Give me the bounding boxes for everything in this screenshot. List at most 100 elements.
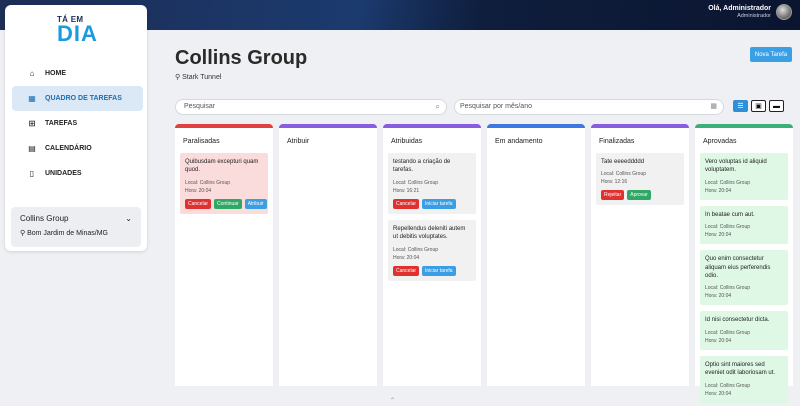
column-title: Atribuidas — [391, 138, 423, 145]
company-location: Bom Jardim de Minas/MG — [27, 230, 109, 237]
continuar-button[interactable]: Continuar — [214, 198, 242, 209]
cancelar-button[interactable]: Cancelar — [185, 198, 212, 209]
new-task-button[interactable]: Nova Tarefa — [750, 47, 792, 62]
task-card[interactable]: Quibusdam excepturi quam quod. Local: Co… — [180, 153, 268, 214]
sidebar-item-quadro-de-tarefas[interactable]: ▦ QUADRO DE TAREFAS — [12, 86, 143, 111]
column-title: Atribuir — [287, 138, 310, 145]
list-view-icon[interactable]: ☰ — [733, 100, 748, 112]
chevron-down-icon[interactable]: ⌄ — [125, 214, 132, 223]
task-card[interactable]: Quo enim consectetur aliquam eius perfer… — [700, 250, 788, 306]
sidebar: TÁ EM DIA ⌂ HOME ▦ QUADRO DE TAREFAS ⊞ TAREFA… — [5, 5, 147, 251]
folder-view-icon[interactable]: ▬ — [769, 100, 784, 112]
task-local: Local: Collins Group — [705, 285, 751, 292]
task-time: Hora: 20:04 — [705, 232, 732, 239]
column-aprovadas: Aprovadas Vero voluptas id aliquid volupt… — [695, 124, 793, 403]
nav-icon: ⌂ — [29, 69, 35, 78]
task-title: testando a criação de tarefas. — [393, 159, 451, 174]
sidebar-nav: ⌂ HOME ▦ QUADRO DE TAREFAS ⊞ TAREFAS ▤ CALENDÁR… — [12, 61, 143, 186]
column-atribuir: Atribuir — [279, 124, 377, 386]
logo[interactable]: TÁ EM DIA — [57, 15, 107, 46]
task-local: Local: Collins Group — [705, 382, 751, 389]
column-paralisadas: Paralisadas Quibusdam excepturi quam quod… — [175, 124, 273, 386]
column-title: Finalizadas — [599, 138, 635, 145]
task-local: Local: Collins Group — [393, 246, 439, 253]
nav-icon: ▯ — [29, 169, 35, 178]
iniciar-tarefa-button[interactable]: Iniciar tarefa — [422, 198, 456, 209]
user-menu[interactable]: Olá, Administrador Administrador — [708, 4, 792, 20]
column-title: Aprovadas — [703, 138, 737, 145]
task-title: Optio sint maiores sed eveniet odit labo… — [705, 361, 776, 377]
calendar-icon[interactable]: ▦ — [710, 102, 717, 110]
task-time: Hora: 20:04 — [393, 254, 420, 261]
rejeitar-button[interactable]: Rejeitar — [601, 190, 625, 201]
logo-main: DIA — [57, 21, 98, 46]
sidebar-item-tarefas[interactable]: ⊞ TAREFAS — [12, 111, 143, 136]
task-card[interactable]: Repellendus deleniti autem ut debitis vo… — [388, 219, 476, 281]
avatar[interactable] — [776, 4, 792, 20]
company-selector[interactable]: Collins Group ⌄ ⚲ Bom Jardim de Minas/MG — [11, 207, 141, 247]
search-icon[interactable]: ⌕ — [436, 102, 440, 112]
aprovar-button[interactable]: Aprovar — [627, 190, 651, 201]
task-local: Local: Collins Group — [601, 171, 647, 178]
task-card[interactable]: Optio sint maiores sed eveniet odit labo… — [700, 355, 788, 403]
sidebar-item-unidades[interactable]: ▯ UNIDADES — [12, 161, 143, 186]
sidebar-item-label: TAREFAS — [45, 120, 78, 127]
task-time: Hora: 20:04 — [705, 293, 732, 300]
task-title: Quibusdam excepturi quam quod. — [185, 159, 259, 174]
page-title: Collins Group — [175, 47, 308, 69]
kanban-board: Paralisadas Quibusdam excepturi quam quod… — [175, 124, 793, 403]
task-time: Hora: 20:04 — [705, 390, 732, 397]
task-local: Local: Collins Group — [705, 329, 751, 336]
task-title: Tate eeeeddddd — [601, 159, 645, 165]
column-em-andamento: Em andamento — [487, 124, 585, 386]
task-card[interactable]: Tate eeeeddddd Local: Collins Group Hora:… — [596, 153, 684, 206]
task-card[interactable]: testando a criação de tarefas. Local: Co… — [388, 153, 476, 214]
cancelar-button[interactable]: Cancelar — [393, 265, 420, 276]
chevron-up-icon[interactable]: ⌃ — [390, 397, 395, 404]
task-local: Local: Collins Group — [705, 179, 751, 186]
column-atribuidas: Atribuidas testando a criação de tarefas.… — [383, 124, 481, 386]
sidebar-item-label: QUADRO DE TAREFAS — [45, 95, 122, 102]
search-placeholder: Pesquisar — [184, 103, 216, 110]
location-pin-icon: ⚲ — [175, 74, 181, 81]
nav-icon: ⊞ — [28, 119, 36, 128]
task-title: Id nisi consectetur dicta. — [705, 317, 770, 324]
view-toggle: ☰ ▣ ▬ — [733, 100, 784, 112]
company-name: Collins Group — [20, 214, 69, 223]
task-time: Hora: 12:16 — [601, 179, 628, 186]
cancelar-button[interactable]: Cancelar — [393, 198, 420, 209]
main-content: Collins Group ⚲ Stark Tunnel Nova Tarefa… — [150, 30, 800, 406]
column-title: Paralisadas — [183, 138, 220, 145]
page-subtitle: ⚲ Stark Tunnel — [175, 73, 221, 81]
atribuir-button[interactable]: Atribuir — [244, 198, 267, 209]
task-time: Hora: 20:04 — [185, 187, 212, 194]
sidebar-item-label: CALENDÁRIO — [45, 145, 92, 152]
task-time: Hora: 20:04 — [705, 187, 732, 194]
task-title: Vero voluptas id aliquid voluptatem. — [705, 159, 767, 174]
calendar-view-icon[interactable]: ▣ — [751, 100, 766, 112]
nav-icon: ▤ — [28, 144, 36, 153]
user-name: Olá, Administrador — [708, 5, 771, 13]
task-title: Quo enim consectetur aliquam eius perfer… — [705, 256, 771, 279]
task-local: Local: Collins Group — [393, 179, 439, 186]
task-card[interactable]: Id nisi consectetur dicta. Local: Collin… — [700, 311, 788, 350]
iniciar-tarefa-button[interactable]: Iniciar tarefa — [422, 265, 456, 276]
task-time: Hora: 20:04 — [705, 337, 732, 344]
sidebar-item-calendário[interactable]: ▤ CALENDÁRIO — [12, 136, 143, 161]
user-role: Administrador — [737, 12, 771, 19]
search-input[interactable]: Pesquisar ⌕ — [175, 99, 447, 115]
month-search-input[interactable]: Pesquisar por mês/ano ▦ — [454, 99, 724, 115]
sidebar-item-label: UNIDADES — [45, 170, 82, 177]
task-local: Local: Collins Group — [185, 179, 231, 186]
nav-icon: ▦ — [28, 94, 36, 103]
sidebar-item-label: HOME — [45, 70, 66, 77]
sidebar-item-home[interactable]: ⌂ HOME — [12, 61, 143, 86]
location-pin-icon: ⚲ — [20, 230, 26, 237]
task-card[interactable]: Vero voluptas id aliquid voluptatem. Loc… — [700, 153, 788, 200]
column-finalizadas: Finalizadas Tate eeeeddddd Local: Collins… — [591, 124, 689, 386]
task-card[interactable]: In beatae cum aut. Local: Collins Group H… — [700, 205, 788, 245]
task-time: Hora: 16:21 — [393, 187, 420, 194]
column-title: Em andamento — [495, 138, 543, 145]
task-title: Repellendus deleniti autem ut debitis vo… — [393, 225, 466, 241]
subtitle-text: Stark Tunnel — [182, 74, 222, 81]
